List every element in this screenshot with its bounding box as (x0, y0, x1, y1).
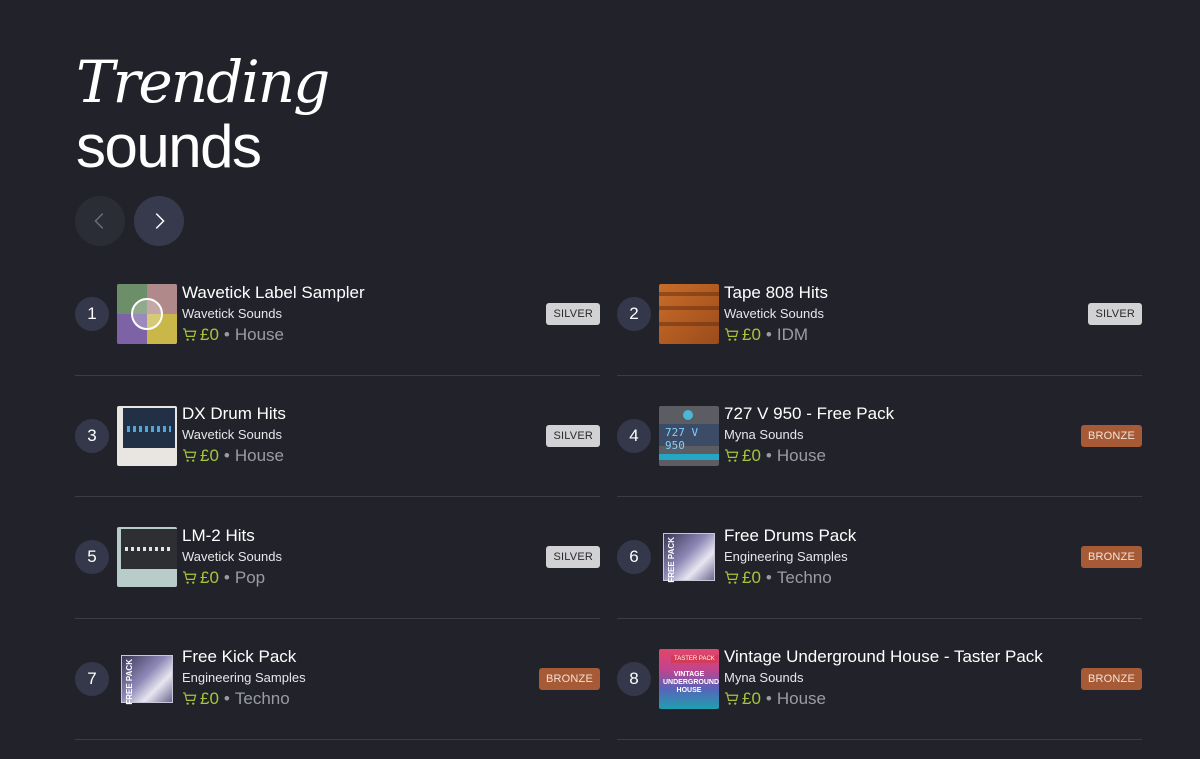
chevron-left-icon (94, 213, 104, 229)
tier-badge: BRONZE (1080, 546, 1142, 569)
cart-icon[interactable] (724, 328, 739, 342)
cart-icon[interactable] (182, 328, 197, 342)
list-item[interactable]: 2 Tape 808 Hits Wavetick Sounds £0 • IDM… (617, 254, 1142, 376)
item-title[interactable]: Wavetick Label Sampler (182, 283, 365, 303)
rank-badge: 2 (617, 297, 651, 332)
item-price: £0 (742, 567, 761, 587)
item-title[interactable]: 727 V 950 - Free Pack (724, 404, 894, 424)
item-title[interactable]: Free Kick Pack (182, 647, 306, 667)
heading-trending: Trending (76, 48, 330, 116)
cover-text: FREE PACK (125, 658, 134, 705)
item-artist[interactable]: Wavetick Sounds (182, 426, 286, 444)
item-artist[interactable]: Wavetick Sounds (724, 305, 828, 323)
tier-badge: BRONZE (538, 667, 600, 690)
rank-badge: 6 (617, 540, 651, 575)
item-genre[interactable]: Techno (235, 688, 290, 710)
list-item[interactable]: 3 DX Drum Hits Wavetick Sounds £0 • Hous… (75, 376, 600, 497)
item-price: £0 (742, 446, 761, 466)
rank-badge: 5 (75, 540, 109, 575)
chevron-right-icon (155, 213, 165, 229)
cover-tag: TASTER PACK (671, 654, 718, 663)
rank-badge: 3 (75, 418, 109, 453)
wavetick-logo-icon (131, 298, 163, 331)
rank-badge: 7 (75, 661, 109, 696)
item-price: £0 (200, 446, 219, 466)
separator-dot: • (223, 567, 230, 587)
item-genre[interactable]: House (777, 688, 826, 710)
cover-art[interactable] (117, 405, 177, 466)
item-title[interactable]: Free Drums Pack (724, 526, 856, 546)
heading-sounds: sounds (76, 113, 262, 180)
item-artist[interactable]: Engineering Samples (182, 669, 306, 687)
cart-icon[interactable] (182, 449, 197, 463)
cover-text: 727 V 950 (665, 425, 699, 452)
item-genre[interactable]: Techno (777, 567, 832, 589)
prev-button[interactable] (75, 196, 125, 246)
separator-dot: • (765, 324, 772, 344)
cover-text: FREE PACK (667, 537, 676, 583)
cover-art[interactable] (117, 284, 177, 345)
tier-badge: SILVER (546, 546, 600, 569)
cover-art[interactable]: TASTER PACK VINTAGE UNDERGROUND HOUSE (659, 648, 719, 709)
cover-text: VINTAGE UNDERGROUND HOUSE (663, 670, 719, 694)
section-heading: Trending sounds (76, 48, 330, 180)
separator-dot: • (223, 446, 230, 466)
item-artist[interactable]: Wavetick Sounds (182, 548, 282, 566)
item-title[interactable]: DX Drum Hits (182, 404, 286, 424)
separator-dot: • (765, 446, 772, 466)
item-genre[interactable]: Pop (235, 567, 265, 589)
separator-dot: • (223, 324, 230, 344)
cover-art[interactable]: FREE PACK (659, 527, 719, 588)
tier-badge: SILVER (546, 303, 600, 326)
cover-art[interactable]: FREE PACK (117, 648, 177, 709)
item-price: £0 (742, 324, 761, 344)
list-item[interactable]: 1 Wavetick Label Sampler Wavetick Sounds… (75, 254, 600, 376)
list-item[interactable]: 6 FREE PACK Free Drums Pack Engineering … (617, 497, 1142, 619)
cart-icon[interactable] (182, 571, 197, 585)
item-title[interactable]: Vintage Underground House - Taster Pack (724, 647, 1043, 667)
item-title[interactable]: Tape 808 Hits (724, 283, 828, 303)
separator-dot: • (765, 567, 772, 587)
cover-art[interactable]: 727 V 950 (659, 405, 719, 466)
trending-list: 1 Wavetick Label Sampler Wavetick Sounds… (75, 254, 1142, 740)
tier-badge: BRONZE (1080, 424, 1142, 447)
cart-icon[interactable] (724, 692, 739, 706)
list-item[interactable]: 5 LM-2 Hits Wavetick Sounds £0 • Pop SIL… (75, 497, 600, 619)
item-artist[interactable]: Wavetick Sounds (182, 305, 365, 323)
cart-icon[interactable] (724, 571, 739, 585)
cart-icon[interactable] (182, 692, 197, 706)
tier-badge: SILVER (1088, 303, 1142, 326)
item-genre[interactable]: House (777, 445, 826, 467)
item-price: £0 (742, 689, 761, 709)
item-genre[interactable]: House (235, 445, 284, 467)
item-price: £0 (200, 567, 219, 587)
item-genre[interactable]: IDM (777, 324, 808, 346)
separator-dot: • (223, 689, 230, 709)
separator-dot: • (765, 689, 772, 709)
item-artist[interactable]: Engineering Samples (724, 548, 856, 566)
tier-badge: SILVER (546, 424, 600, 447)
rank-badge: 8 (617, 661, 651, 696)
list-item[interactable]: 7 FREE PACK Free Kick Pack Engineering S… (75, 619, 600, 740)
next-button[interactable] (134, 196, 184, 246)
item-genre[interactable]: House (235, 324, 284, 346)
cart-icon[interactable] (724, 449, 739, 463)
rank-badge: 1 (75, 297, 109, 332)
cover-art[interactable] (117, 527, 177, 588)
item-price: £0 (200, 324, 219, 344)
item-artist[interactable]: Myna Sounds (724, 426, 894, 444)
rank-badge: 4 (617, 418, 651, 453)
list-item[interactable]: 8 TASTER PACK VINTAGE UNDERGROUND HOUSE … (617, 619, 1142, 740)
carousel-nav (75, 196, 184, 246)
tier-badge: BRONZE (1080, 667, 1142, 690)
item-price: £0 (200, 689, 219, 709)
list-item[interactable]: 4 727 V 950 727 V 950 - Free Pack Myna S… (617, 376, 1142, 497)
item-artist[interactable]: Myna Sounds (724, 669, 1043, 687)
item-title[interactable]: LM-2 Hits (182, 526, 282, 546)
cover-art[interactable] (659, 284, 719, 345)
